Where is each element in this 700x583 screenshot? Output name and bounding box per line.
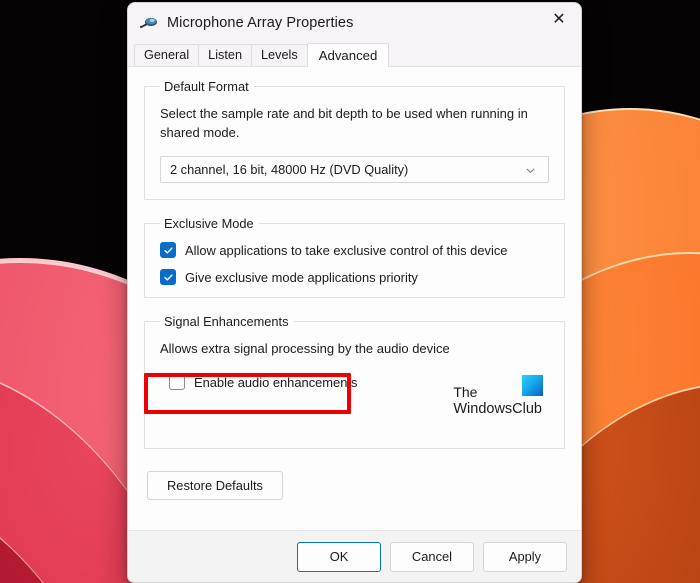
chevron-down-icon [525,164,536,175]
tab-strip: General Listen Levels Advanced [128,42,581,66]
exclusive-mode-group: Exclusive Mode Allow applications to tak… [144,216,565,298]
apply-button[interactable]: Apply [483,542,567,572]
restore-defaults-button[interactable]: Restore Defaults [147,471,283,500]
desktop-background: Microphone Array Properties ✕ General Li… [0,0,700,583]
title-bar: Microphone Array Properties ✕ [128,3,581,42]
restore-defaults-row: Restore Defaults [147,471,562,500]
checkbox-row-allow-exclusive-control[interactable]: Allow applications to take exclusive con… [160,242,552,258]
watermark-line-2: WindowsClub [453,401,542,418]
dialog-footer: OK Cancel Apply [128,530,581,582]
microphone-icon [139,13,159,33]
window-title: Microphone Array Properties [167,15,353,31]
checkbox-label-exclusive-priority: Give exclusive mode applications priorit… [185,270,418,285]
tab-listen[interactable]: Listen [198,44,252,66]
signal-enhancements-legend: Signal Enhancements [160,314,294,329]
advanced-tab-page: Default Format Select the sample rate an… [128,66,581,530]
default-format-legend: Default Format [160,79,254,94]
watermark: The WindowsClub [453,384,542,418]
checkbox-enable-audio-enhancements[interactable] [169,374,185,390]
windowsclub-logo-icon [522,375,543,396]
signal-enhancements-group: Signal Enhancements Allows extra signal … [144,314,565,449]
microphone-properties-dialog: Microphone Array Properties ✕ General Li… [127,2,582,583]
signal-enhancements-description: Allows extra signal processing by the au… [160,339,552,358]
tab-advanced[interactable]: Advanced [307,43,390,67]
checkbox-allow-exclusive-control[interactable] [160,242,176,258]
close-icon[interactable]: ✕ [537,3,581,36]
tab-levels[interactable]: Levels [251,44,308,66]
exclusive-mode-legend: Exclusive Mode [160,216,259,231]
ok-button[interactable]: OK [297,542,381,572]
checkbox-exclusive-priority[interactable] [160,269,176,285]
checkbox-label-enable-audio-enhancements: Enable audio enhancements [194,375,357,390]
default-format-combobox[interactable]: 2 channel, 16 bit, 48000 Hz (DVD Quality… [160,156,549,183]
tab-general[interactable]: General [134,44,199,66]
default-format-group: Default Format Select the sample rate an… [144,79,565,200]
cancel-button[interactable]: Cancel [390,542,474,572]
checkbox-label-allow-exclusive-control: Allow applications to take exclusive con… [185,243,507,258]
default-format-description: Select the sample rate and bit depth to … [160,104,552,142]
checkbox-row-exclusive-priority[interactable]: Give exclusive mode applications priorit… [160,269,552,285]
default-format-value: 2 channel, 16 bit, 48000 Hz (DVD Quality… [170,162,525,177]
